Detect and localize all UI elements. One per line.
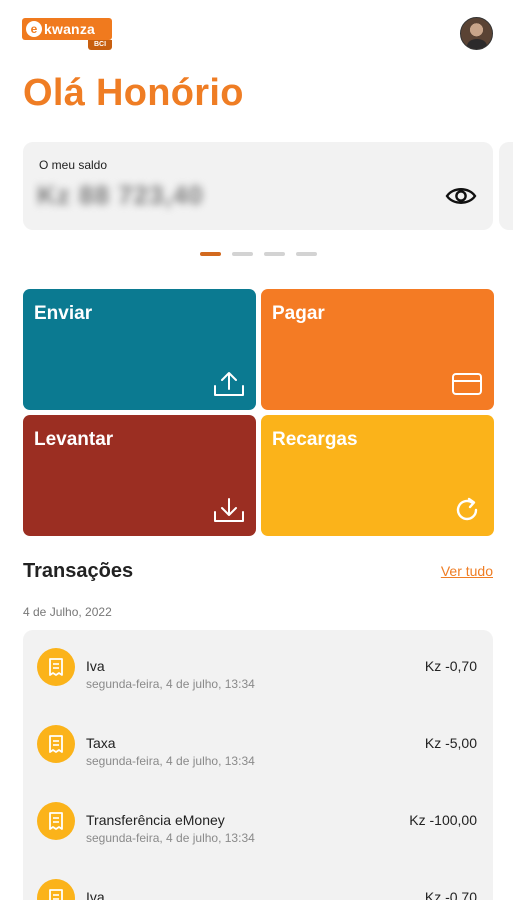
transaction-name: Taxa: [86, 735, 116, 751]
pay-label: Pagar: [272, 303, 325, 324]
next-card-peek[interactable]: [499, 142, 513, 230]
send-label: Enviar: [34, 303, 93, 324]
refresh-icon: [451, 496, 483, 524]
transaction-amount: Kz -0,70: [424, 658, 477, 674]
transaction-name: Transferência eMoney: [86, 812, 225, 828]
receipt-icon: [37, 725, 75, 763]
profile-avatar[interactable]: [460, 17, 493, 50]
transaction-date: segunda-feira, 4 de julho, 13:34: [86, 754, 255, 768]
pager-dot[interactable]: [200, 252, 221, 256]
transactions-date-group: 4 de Julho, 2022: [23, 605, 112, 619]
transaction-amount: Kz -0,70: [424, 889, 477, 900]
see-all-link[interactable]: Ver tudo: [441, 563, 493, 579]
home-screen: e kwanza BCI Olá Honório O meu saldo Kz …: [0, 0, 513, 900]
ekwanza-logo: e kwanza BCI: [22, 18, 112, 50]
carousel-pager: [200, 252, 317, 256]
logo-sub: BCI: [88, 40, 112, 50]
card-icon: [451, 370, 483, 398]
topup-label: Recargas: [272, 429, 358, 450]
transactions-list: Iva segunda-feira, 4 de julho, 13:34 Kz …: [23, 630, 493, 900]
withdraw-label: Levantar: [34, 429, 114, 450]
eye-icon[interactable]: [445, 184, 477, 208]
transaction-amount: Kz -100,00: [409, 812, 477, 828]
transactions-title: Transações: [23, 560, 134, 582]
logo-text: kwanza: [44, 21, 95, 37]
transaction-name: Iva: [86, 889, 105, 900]
logo-letter: e: [26, 21, 42, 37]
send-tile[interactable]: Enviar: [23, 289, 256, 410]
transaction-row[interactable]: Transferência eMoney segunda-feira, 4 de…: [23, 790, 493, 850]
pager-dot[interactable]: [232, 252, 253, 256]
topup-tile[interactable]: Recargas: [261, 415, 494, 536]
download-icon: [213, 496, 245, 524]
balance-label: O meu saldo: [39, 158, 108, 172]
transaction-row[interactable]: Taxa segunda-feira, 4 de julho, 13:34 Kz…: [23, 713, 493, 773]
transaction-date: segunda-feira, 4 de julho, 13:34: [86, 831, 255, 845]
greeting-title: Olá Honório: [23, 72, 244, 114]
receipt-icon: [37, 648, 75, 686]
pager-dot[interactable]: [264, 252, 285, 256]
transaction-amount: Kz -5,00: [424, 735, 477, 751]
transaction-row[interactable]: Iva Kz -0,70: [23, 867, 493, 900]
balance-value: Kz 88 723,40: [37, 180, 204, 210]
pay-tile[interactable]: Pagar: [261, 289, 494, 410]
upload-icon: [213, 370, 245, 398]
receipt-icon: [37, 802, 75, 840]
withdraw-tile[interactable]: Levantar: [23, 415, 256, 536]
transaction-name: Iva: [86, 658, 105, 674]
transaction-row[interactable]: Iva segunda-feira, 4 de julho, 13:34 Kz …: [23, 636, 493, 696]
pager-dot[interactable]: [296, 252, 317, 256]
receipt-icon: [37, 879, 75, 900]
transaction-date: segunda-feira, 4 de julho, 13:34: [86, 677, 255, 691]
balance-card[interactable]: O meu saldo Kz 88 723,40: [23, 142, 493, 230]
